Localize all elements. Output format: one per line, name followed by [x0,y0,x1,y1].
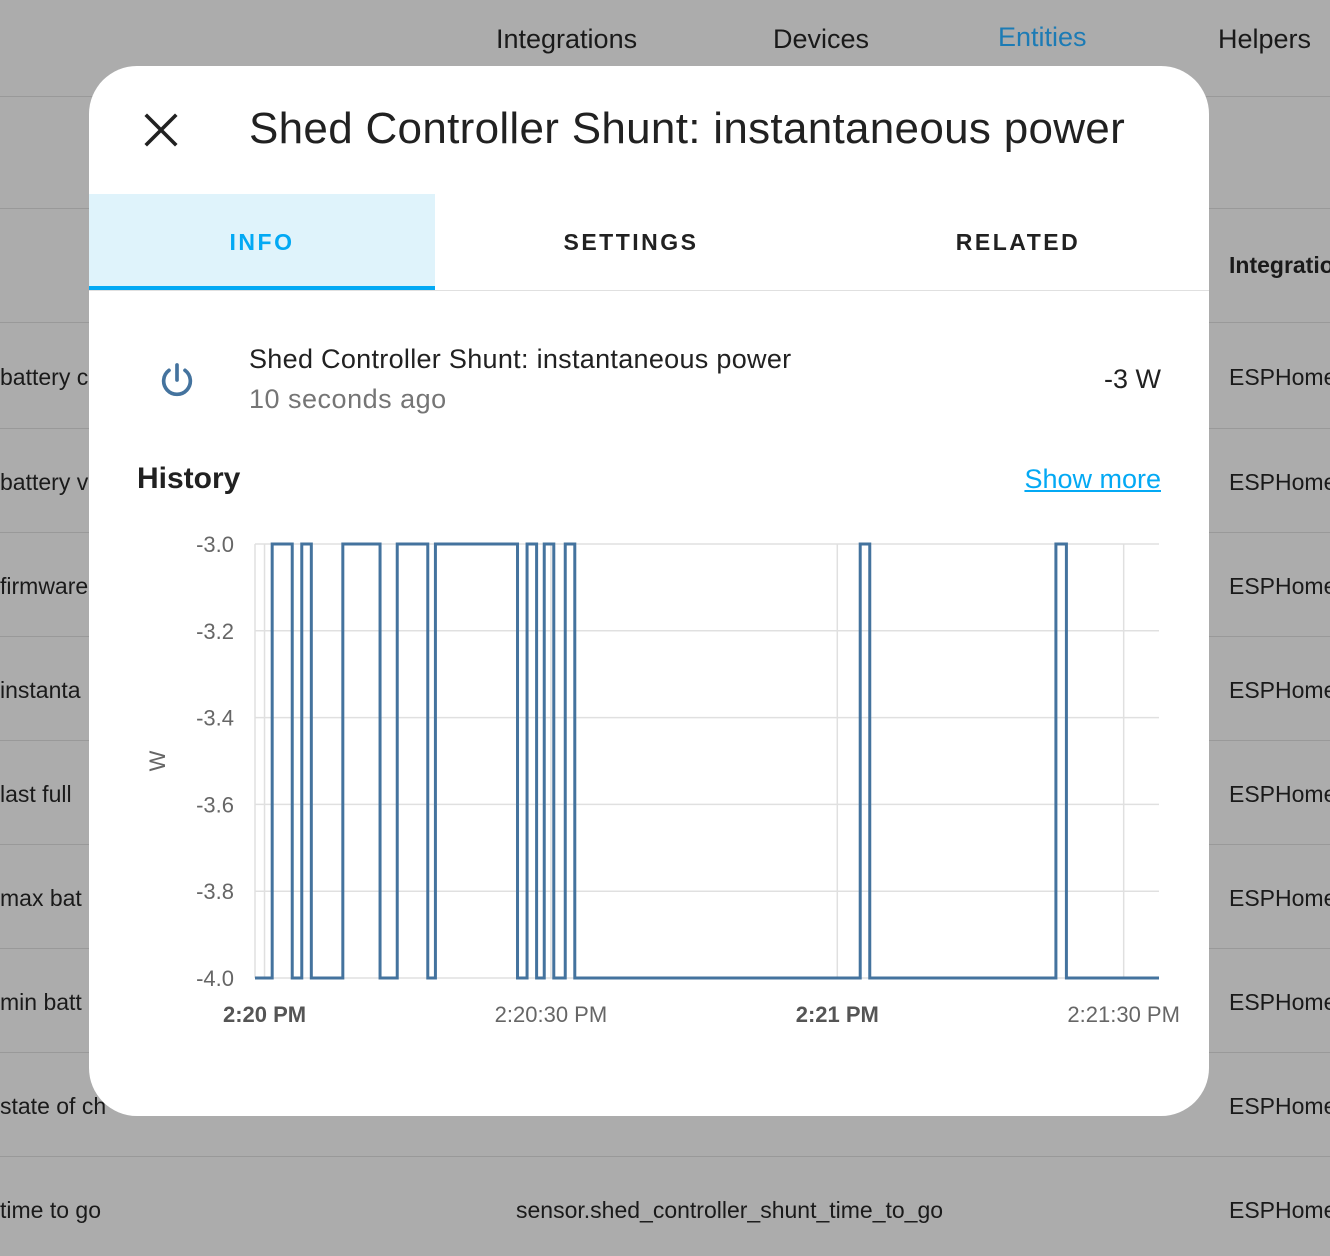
entity-name-cell: max bat [0,885,82,911]
x-tick-label: 2:20:30 PM [495,1002,608,1027]
x-tick-label: 2:20 PM [223,1002,306,1027]
entity-name-cell: battery v [0,469,89,495]
tab-indicator [89,286,435,290]
entity-name-cell: time to go [0,1197,101,1223]
y-axis-label: W [145,750,170,771]
tab-info-label: INFO [229,228,295,255]
integration-cell: ESPHome [1229,469,1330,495]
integration-cell: ESPHome [1229,573,1330,599]
tab-helpers[interactable]: Helpers [1218,24,1311,55]
integration-cell: ESPHome [1229,781,1330,807]
entity-name-cell: min batt [0,989,82,1015]
x-tick-label: 2:21 PM [796,1002,879,1027]
tab-related[interactable]: RELATED [827,194,1209,290]
entity-name-cell: firmware [0,573,89,599]
entity-name: Shed Controller Shunt: instantaneous pow… [249,344,792,374]
tab-devices[interactable]: Devices [773,24,869,55]
y-tick-label: -3.2 [196,619,234,644]
integration-cell: ESPHome [1229,1093,1330,1119]
history-title: History [137,462,241,495]
more-info-dialog: Shed Controller Shunt: instantaneous pow… [89,66,1209,1116]
tab-integrations[interactable]: Integrations [496,24,637,55]
tab-settings-label: SETTINGS [563,228,699,255]
close-icon [144,113,178,147]
entity-name-cell: battery c [0,364,89,390]
tab-info[interactable]: INFO [89,194,435,290]
dialog-title: Shed Controller Shunt: instantaneous pow… [249,104,1126,153]
integration-cell: ESPHome [1229,677,1330,703]
column-header-integration[interactable]: Integratio [1229,252,1330,279]
integration-cell: ESPHome [1229,364,1330,390]
entity-state-value: -3 W [1104,364,1161,394]
close-button[interactable] [137,106,185,154]
y-tick-label: -3.0 [196,532,234,557]
integration-cell: ESPHome [1229,1197,1330,1223]
y-tick-label: -4.0 [196,966,234,991]
integration-cell: ESPHome [1229,885,1330,911]
entity-id-cell: sensor.shed_controller_shunt_time_to_go [516,1197,944,1223]
entity-name-cell: instanta [0,677,81,703]
history-chart[interactable]: -3.0 -3.2 -3.4 -3.6 -3.8 -4.0 2:20 PM 2:20:30 P… [89,506,1209,1086]
show-more-link[interactable]: Show more [1024,464,1161,495]
entity-name-cell: last full [0,781,72,807]
y-tick-label: -3.6 [196,792,234,817]
y-tick-label: -3.4 [196,706,234,731]
tab-entities[interactable]: Entities [998,22,1087,53]
series-line [255,542,1159,980]
entity-state-row[interactable]: Shed Controller Shunt: instantaneous pow… [89,336,1209,426]
integration-cell: ESPHome [1229,989,1330,1015]
tab-related-label: RELATED [955,228,1081,255]
divider [0,1156,1330,1157]
dialog-tab-bar: INFO SETTINGS RELATED [89,194,1209,291]
tab-settings[interactable]: SETTINGS [435,194,827,290]
y-tick-label: -3.8 [196,879,234,904]
entity-last-changed: 10 seconds ago [249,384,447,414]
power-icon [161,363,193,397]
x-tick-label: 2:21:30 PM [1067,1002,1180,1027]
